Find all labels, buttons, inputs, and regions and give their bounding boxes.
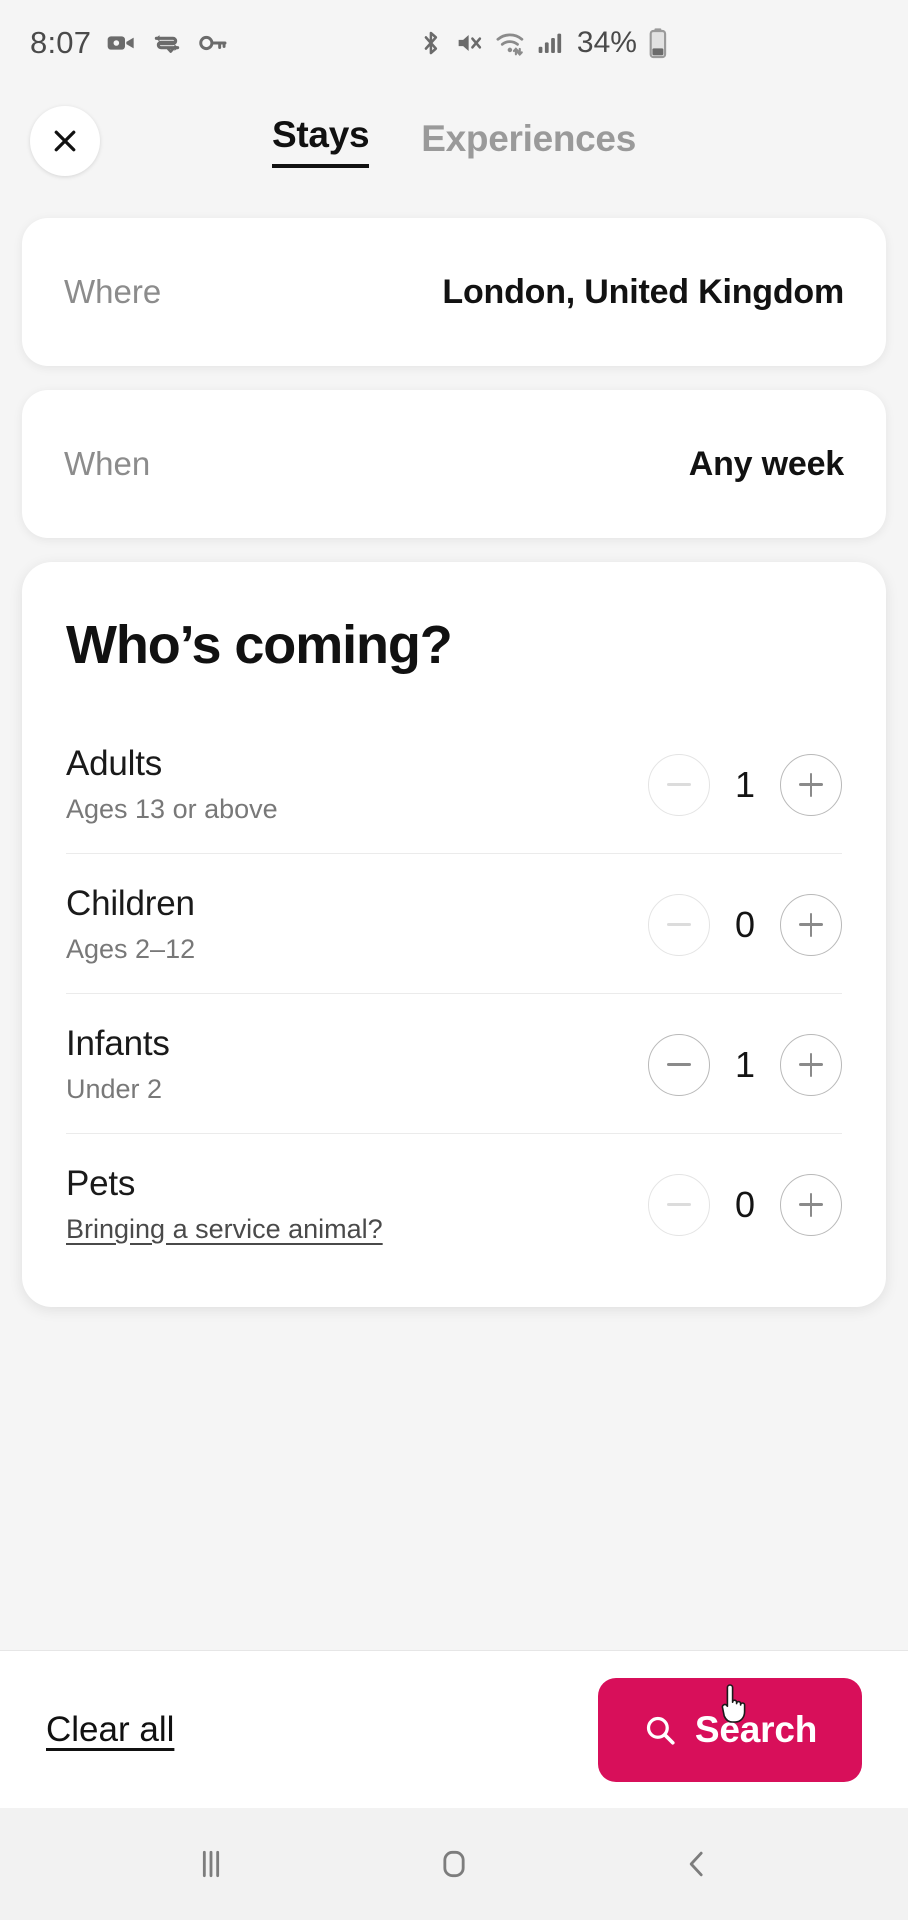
modal-header: Stays Experiences [0, 86, 908, 196]
status-bar-left: 8:07 [30, 25, 229, 61]
guest-info: Pets Bringing a service animal? [66, 1164, 383, 1245]
battery-percent-label: 34% [576, 26, 637, 59]
guest-sublabel-infants: Under 2 [66, 1074, 163, 1104]
stepper-infants: 1 [648, 1033, 842, 1096]
recents-button[interactable] [166, 1819, 256, 1909]
tab-bar: Stays Experiences [0, 86, 908, 196]
video-camera-icon [107, 36, 134, 50]
close-button[interactable] [30, 106, 100, 176]
tab-stays[interactable]: Stays [272, 114, 370, 168]
when-field[interactable]: When Any week [22, 390, 886, 538]
guest-row-adults: Adults Ages 13 or above 1 [66, 714, 842, 853]
increment-infants-button[interactable] [780, 1033, 842, 1096]
plus-icon [799, 772, 823, 797]
guest-info: Adults Ages 13 or above [66, 744, 278, 825]
decrement-adults-button[interactable] [648, 753, 710, 816]
where-value: London, United Kingdom [442, 272, 844, 311]
minus-icon [667, 923, 691, 926]
guest-info: Infants Under 2 [66, 1024, 170, 1105]
guest-label-adults: Adults [66, 744, 163, 783]
count-pets: 0 [734, 1183, 756, 1225]
minus-icon [667, 1203, 691, 1206]
decrement-pets-button[interactable] [648, 1173, 710, 1236]
status-bar-right: 34% [416, 26, 670, 60]
where-field[interactable]: Where London, United Kingdom [22, 218, 886, 366]
clear-all-button[interactable]: Clear all [46, 1710, 174, 1750]
minus-icon [667, 1063, 691, 1066]
increment-children-button[interactable] [780, 893, 842, 956]
close-icon [54, 130, 76, 152]
guest-row-infants: Infants Under 2 1 [66, 993, 842, 1133]
tab-experiences[interactable]: Experiences [421, 118, 636, 164]
back-button[interactable] [652, 1819, 742, 1909]
search-button[interactable]: Search [598, 1677, 862, 1782]
bluetooth-icon [424, 31, 438, 55]
stepper-pets: 0 [648, 1173, 842, 1236]
when-label: When [64, 445, 151, 482]
count-adults: 1 [734, 763, 756, 805]
guest-sublabel-adults: Ages 13 or above [66, 794, 278, 824]
home-icon [443, 1850, 465, 1878]
guest-label-infants: Infants [66, 1024, 170, 1063]
minus-icon [667, 783, 691, 786]
when-value: Any week [688, 444, 844, 483]
count-children: 0 [734, 903, 756, 945]
wifi-icon [496, 33, 524, 57]
guest-info: Children Ages 2–12 [66, 884, 195, 965]
decrement-infants-button[interactable] [648, 1033, 710, 1096]
key-icon [199, 35, 227, 51]
app-window: 8:07 34% Stays Experiences Where London,… [0, 0, 908, 1920]
service-animal-link[interactable]: Bringing a service animal? [66, 1214, 383, 1245]
recents-icon [203, 1850, 220, 1878]
stepper-adults: 1 [648, 753, 842, 816]
count-infants: 1 [734, 1043, 756, 1085]
guest-label-children: Children [66, 884, 195, 923]
guests-card: Who’s coming? Adults Ages 13 or above 1 [22, 562, 886, 1307]
signal-icon [538, 33, 562, 53]
plus-icon [799, 1192, 823, 1217]
home-button[interactable] [409, 1819, 499, 1909]
search-icon [646, 1716, 675, 1745]
guests-title: Who’s coming? [66, 615, 453, 675]
status-bar-clock: 8:07 [30, 25, 92, 60]
android-nav-bar [0, 1808, 908, 1920]
plus-icon [799, 912, 823, 937]
action-bar: Clear all Search [0, 1650, 908, 1808]
search-button-label: Search [694, 1708, 818, 1750]
mute-icon [458, 35, 482, 51]
back-icon [689, 1851, 703, 1877]
status-bar: 8:07 34% [0, 0, 908, 86]
search-form: Where London, United Kingdom When Any we… [0, 196, 908, 1650]
increment-pets-button[interactable] [780, 1173, 842, 1236]
guest-sublabel-children: Ages 2–12 [66, 934, 196, 964]
guest-label-pets: Pets [66, 1164, 136, 1203]
where-label: Where [64, 273, 162, 310]
guest-row-pets: Pets Bringing a service animal? 0 [66, 1133, 842, 1273]
vpn-sync-icon [154, 35, 180, 53]
battery-icon [649, 28, 667, 59]
increment-adults-button[interactable] [780, 753, 842, 816]
stepper-children: 0 [648, 893, 842, 956]
plus-icon [799, 1052, 823, 1077]
guest-row-children: Children Ages 2–12 0 [66, 853, 842, 993]
decrement-children-button[interactable] [648, 893, 710, 956]
